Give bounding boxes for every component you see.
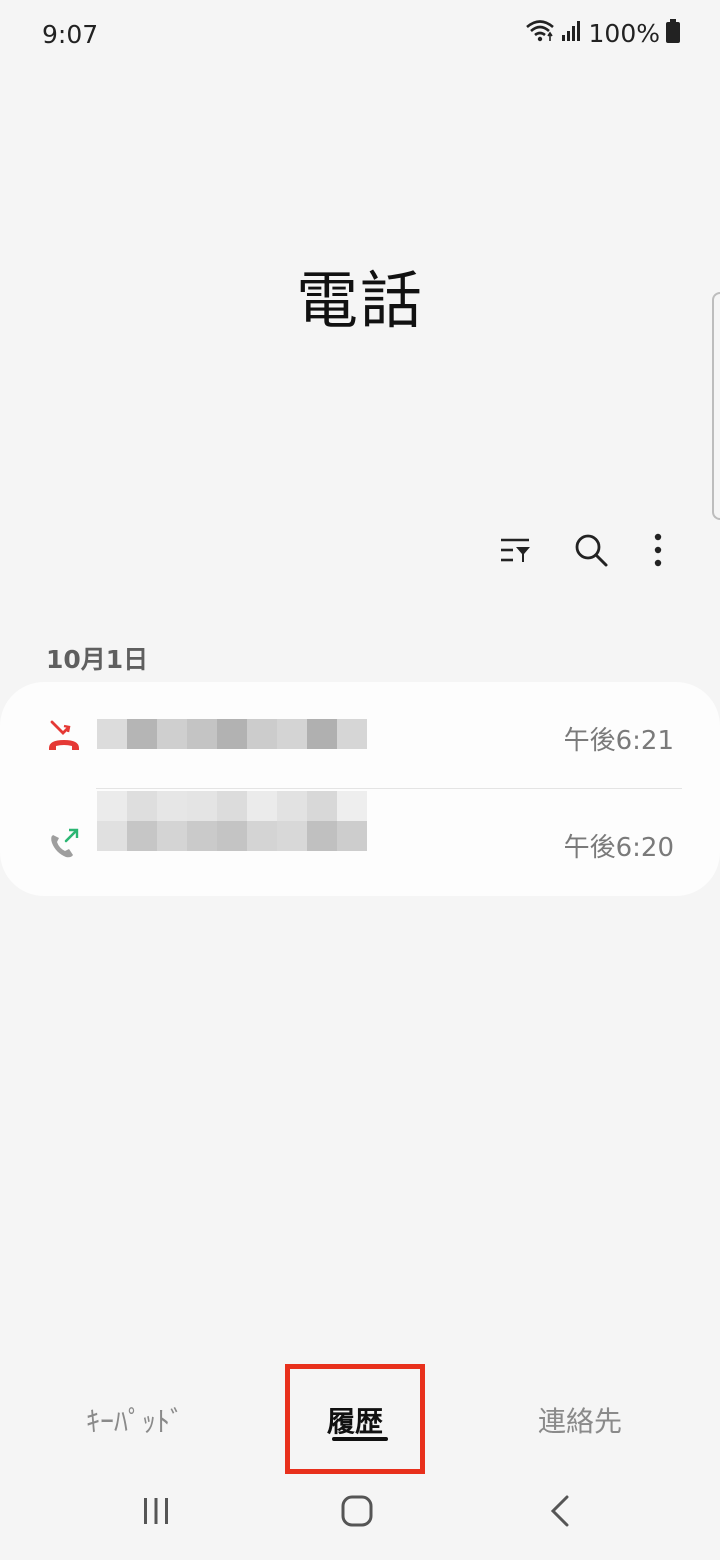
page-title: 電話 — [295, 264, 424, 337]
signal-icon — [561, 20, 583, 46]
call-time: 午後6:20 — [563, 833, 674, 863]
status-icons: 100% — [525, 18, 680, 48]
home-button[interactable] — [327, 1488, 387, 1538]
redacted-contact-name — [97, 791, 367, 851]
call-log-list: 午後6:21 午後6:20 — [0, 682, 720, 896]
more-options-button[interactable] — [634, 528, 682, 576]
outgoing-call-icon — [44, 823, 84, 863]
back-button[interactable] — [530, 1488, 590, 1538]
phone-app-screen: 9:07 100% 電話 10月1日 午後6:21 午後6:20 ｷｰﾊﾟｯﾄﾞ… — [0, 0, 720, 1560]
missed-call-icon — [44, 716, 84, 756]
back-icon — [549, 1495, 571, 1531]
search-icon — [573, 532, 609, 572]
home-icon — [341, 1495, 373, 1531]
more-options-icon — [653, 533, 663, 571]
tab-keypad[interactable]: ｷｰﾊﾟｯﾄﾞ — [60, 1390, 210, 1450]
filter-button[interactable] — [492, 528, 540, 576]
recent-apps-button[interactable] — [126, 1488, 186, 1538]
battery-percent: 100% — [588, 18, 660, 48]
battery-icon — [666, 19, 680, 47]
filter-icon — [499, 535, 533, 569]
redacted-contact-name — [97, 719, 367, 749]
tab-contacts[interactable]: 連絡先 — [505, 1390, 655, 1450]
recent-apps-icon — [141, 1496, 171, 1530]
call-log-entry[interactable]: 午後6:21 — [0, 682, 720, 789]
search-button[interactable] — [567, 528, 615, 576]
call-log-entry[interactable]: 午後6:20 — [0, 789, 720, 895]
call-time: 午後6:21 — [563, 726, 674, 756]
highlight-box — [285, 1364, 425, 1474]
date-header: 10月1日 — [46, 645, 149, 674]
status-bar: 9:07 100% — [0, 0, 720, 70]
wifi-icon — [525, 18, 555, 48]
status-time: 9:07 — [42, 20, 99, 49]
